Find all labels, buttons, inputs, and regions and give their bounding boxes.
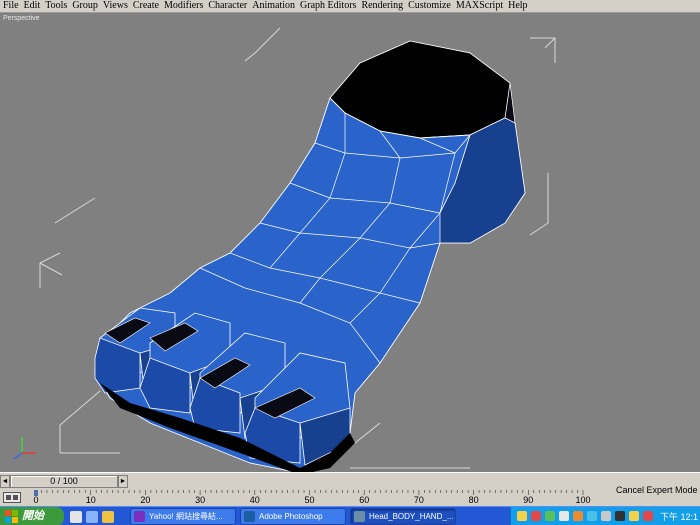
menu-edit[interactable]: Edit	[21, 0, 43, 12]
menu-animation[interactable]: Animation	[249, 0, 297, 12]
tray-icon[interactable]	[517, 511, 527, 521]
menu-create[interactable]: Create	[130, 0, 161, 12]
ie-icon[interactable]	[86, 511, 98, 523]
start-button[interactable]: 開始	[0, 507, 64, 525]
track-tick-label: 90	[523, 495, 533, 504]
status-text[interactable]: Cancel Expert Mode	[616, 485, 700, 495]
menu-help[interactable]: Help	[505, 0, 529, 12]
menu-tools[interactable]: Tools	[42, 0, 69, 12]
tray-icon[interactable]	[531, 511, 541, 521]
axis-tripod	[13, 437, 36, 460]
time-prev-button[interactable]: ◄	[0, 475, 10, 488]
tray-icon[interactable]	[559, 511, 569, 521]
track-tick-label: 10	[86, 495, 96, 504]
track-ticks: 0 10 20 30 40 50 60 70 80 90 100	[33, 490, 591, 504]
track-tick-label: 100	[575, 495, 590, 504]
track-bar-icon[interactable]	[3, 492, 21, 503]
windows-taskbar: 開始 Yahoo! 網站搜尋結... Adobe Photoshop Head_…	[0, 506, 700, 525]
menu-customize[interactable]: Customize	[405, 0, 453, 12]
tray-icon[interactable]	[629, 511, 639, 521]
current-frame-marker[interactable]	[34, 490, 38, 496]
track-tick-label: 70	[414, 495, 424, 504]
menu-maxscript[interactable]: MAXScript	[453, 0, 505, 12]
viewport-label[interactable]: Perspective	[3, 15, 40, 22]
menu-modifiers[interactable]: Modifiers	[161, 0, 205, 12]
task-label: Adobe Photoshop	[259, 512, 323, 521]
menu-bar: File Edit Tools Group Views Create Modifiers Ch…	[0, 0, 700, 13]
tray-icon[interactable]	[643, 511, 653, 521]
track-tick-label: 30	[195, 495, 205, 504]
windows-logo-icon	[5, 510, 18, 523]
quick-launch	[70, 510, 118, 524]
tray-icon[interactable]	[615, 511, 625, 521]
3dsmax-icon	[354, 511, 365, 522]
task-photoshop[interactable]: Adobe Photoshop	[240, 508, 346, 525]
track-tick-label: 0	[33, 495, 38, 504]
task-label: Yahoo! 網站搜尋結...	[149, 512, 223, 521]
tray-icon[interactable]	[587, 511, 597, 521]
menu-rendering[interactable]: Rendering	[358, 0, 405, 12]
time-next-button[interactable]: ►	[118, 475, 128, 488]
task-yahoo[interactable]: Yahoo! 網站搜尋結...	[130, 508, 236, 525]
menu-group[interactable]: Group	[69, 0, 100, 12]
track-tick-label: 60	[359, 495, 369, 504]
tray-icon[interactable]	[601, 511, 611, 521]
menu-graph-editors[interactable]: Graph Editors	[297, 0, 358, 12]
menu-file[interactable]: File	[0, 0, 21, 12]
time-slider[interactable]: 0 / 100	[10, 475, 118, 488]
tray-icon[interactable]	[573, 511, 583, 521]
track-bar[interactable]: 0 10 20 30 40 50 60 70 80 90 100	[28, 490, 613, 504]
timeline-bar: ◄ 0 / 100 ► 0 10 20 30 40 50 60 70 80 90 100 Cance…	[0, 472, 700, 506]
menu-character[interactable]: Character	[205, 0, 249, 12]
tray-icon[interactable]	[545, 511, 555, 521]
menu-views[interactable]: Views	[100, 0, 130, 12]
desktop-icon[interactable]	[70, 511, 82, 523]
clock[interactable]: 下午 12:1	[660, 510, 698, 523]
task-label: Head_BODY_HAND_...	[369, 512, 454, 521]
track-tick-label: 40	[250, 495, 260, 504]
photoshop-icon	[244, 511, 255, 522]
start-label: 開始	[22, 510, 44, 522]
track-tick-label: 80	[469, 495, 479, 504]
explorer-icon[interactable]	[102, 511, 114, 523]
system-tray: 下午 12:1	[510, 507, 700, 525]
perspective-viewport[interactable]: Perspective	[0, 13, 700, 472]
task-3dsmax[interactable]: Head_BODY_HAND_...	[350, 508, 456, 525]
foot-mesh	[13, 27, 556, 472]
yahoo-icon	[134, 511, 145, 522]
track-tick-label: 20	[140, 495, 150, 504]
track-tick-label: 50	[304, 495, 314, 504]
